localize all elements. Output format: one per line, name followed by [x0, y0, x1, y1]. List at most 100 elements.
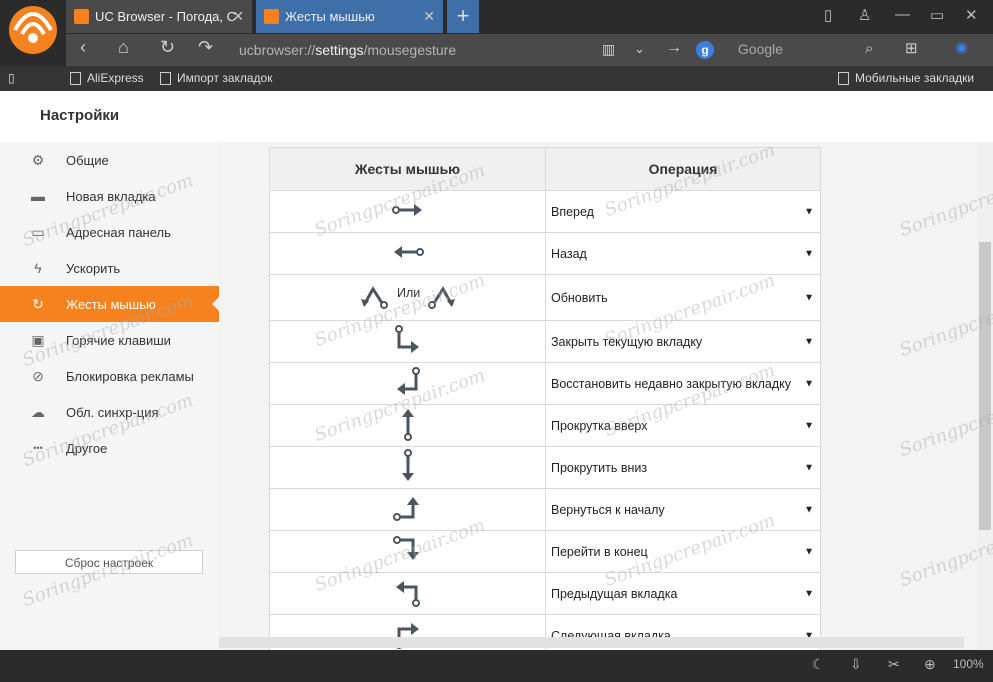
google-engine-icon[interactable]: g — [696, 41, 714, 59]
operation-value: Назад — [551, 246, 587, 261]
operation-select[interactable]: Восстановить недавно закрытую вкладку ▼ — [545, 362, 821, 405]
new-tab-icon: ▬ — [31, 188, 45, 204]
reload-icon[interactable]: ↻ — [160, 37, 175, 58]
gesture-cell — [269, 362, 546, 405]
refresh-gesture-a-icon — [360, 283, 388, 312]
reset-settings-button[interactable]: Сброс настроек — [15, 550, 203, 574]
address-bar-icon: ▭ — [31, 223, 45, 240]
dropdown-arrow-icon[interactable]: ▼ — [804, 546, 814, 557]
sidebar-item-mouse-gesture[interactable]: ↻ Жесты мышью — [0, 286, 219, 322]
operation-select[interactable]: Предыдущая вкладка ▼ — [545, 572, 821, 615]
search-icon[interactable]: ⌕ — [865, 40, 873, 57]
apps-grid-icon[interactable]: ⊞ — [905, 39, 918, 57]
operation-select[interactable]: Вперед ▼ — [545, 190, 821, 233]
screenshot-icon[interactable]: ✂ — [888, 656, 900, 673]
table-row: Вперед ▼ — [269, 190, 821, 233]
bookmark-aliexpress[interactable]: AliExpress — [70, 71, 144, 85]
sidebar-item-label: Ускорить — [66, 260, 121, 276]
zoom-in-icon[interactable]: ⊕ — [924, 656, 936, 673]
refresh-gesture-b-icon — [428, 283, 456, 312]
lightning-icon: ϟ — [34, 260, 42, 276]
operation-value: Вперед — [551, 204, 594, 219]
dropdown-arrow-icon[interactable]: ▼ — [804, 248, 814, 259]
search-box[interactable]: g Google — [696, 37, 889, 61]
operation-select[interactable]: Обновить ▼ — [545, 274, 821, 321]
bookmark-label: Импорт закладок — [177, 71, 273, 85]
close-tab-icon[interactable]: ✕ — [232, 8, 244, 25]
sidebar-item-label: Другое — [66, 440, 108, 456]
table-row: Или Обновить ▼ — [269, 274, 821, 321]
dropdown-arrow-icon[interactable]: ▼ — [804, 336, 814, 347]
settings-header — [0, 91, 993, 143]
table-row: Назад ▼ — [269, 232, 821, 275]
table-row: Закрыть текущую вкладку ▼ — [269, 320, 821, 363]
sidebar-item-more[interactable]: ••• Другое — [0, 430, 219, 466]
address-bar[interactable]: ucbrowser://settings/mousegesture — [239, 36, 682, 64]
dropdown-arrow-icon[interactable]: ▼ — [804, 378, 814, 389]
mobile-bookmarks-label: Мобильные закладки — [855, 71, 975, 85]
back-icon[interactable]: ‹ — [80, 37, 86, 58]
reader-mode-icon[interactable]: ▥ — [602, 41, 615, 58]
operation-select[interactable]: Назад ▼ — [545, 232, 821, 275]
operation-select[interactable]: Закрыть текущую вкладку ▼ — [545, 320, 821, 363]
gesture-cell — [269, 488, 546, 531]
table-row: Прокрутить вниз ▼ — [269, 446, 821, 489]
home-icon[interactable]: ⌂ — [118, 37, 129, 58]
sidebar-item-block[interactable]: ⊘ Блокировка рекламы — [0, 358, 219, 394]
bookmarks-book-icon[interactable]: ▯ — [8, 71, 15, 85]
maximize-button[interactable]: ▭ — [930, 6, 944, 24]
url-host: settings — [315, 42, 364, 58]
dropdown-arrow-icon[interactable]: ▼ — [804, 420, 814, 431]
extension-icon[interactable]: ◉ — [955, 38, 968, 56]
download-icon[interactable]: ⇩ — [850, 656, 862, 673]
close-tab-icon[interactable]: ✕ — [423, 8, 435, 25]
undo-close-icon[interactable]: ↷ — [198, 37, 213, 58]
search-placeholder: Google — [737, 41, 784, 57]
gesture-cell — [269, 404, 546, 447]
close-window-button[interactable]: ✕ — [965, 6, 978, 24]
dropdown-arrow-icon[interactable]: ▼ — [804, 206, 814, 217]
dropdown-icon[interactable]: ⌄ — [634, 41, 645, 57]
sidebar-item-new-tab[interactable]: ▬ Новая вкладка — [0, 178, 219, 214]
gesture-cell — [269, 572, 546, 615]
sidebar-item-label: Блокировка рекламы — [66, 368, 194, 384]
sidebar-item-label: Жесты мышью — [66, 296, 156, 312]
operation-select[interactable]: Перейти в конец ▼ — [545, 530, 821, 573]
gesture-cell — [269, 320, 546, 363]
sidebar-item-lightning[interactable]: ϟ Ускорить — [0, 250, 219, 286]
go-icon[interactable]: → — [666, 39, 682, 57]
gesture-cell — [269, 190, 546, 233]
horizontal-scrollbar[interactable] — [219, 637, 964, 648]
new-tab-button[interactable]: + — [447, 0, 479, 33]
tab-uc-browser[interactable]: UC Browser - Погода, С ✕ — [66, 0, 252, 33]
sidebar-item-address-bar[interactable]: ▭ Адресная панель — [0, 214, 219, 250]
column-header-operation: Операция — [545, 147, 821, 191]
restore-tabs-icon[interactable]: ▯ — [824, 6, 832, 24]
operation-value: Обновить — [551, 290, 608, 305]
operation-select[interactable]: Прокрутить вниз ▼ — [545, 446, 821, 489]
operation-select[interactable]: Вернуться к началу ▼ — [545, 488, 821, 531]
operation-value: Восстановить недавно закрытую вкладку — [551, 376, 792, 391]
cloud-icon: ☁ — [31, 403, 45, 420]
operation-value: Прокрутить вниз — [551, 460, 648, 475]
operation-select[interactable]: Прокрутка вверх ▼ — [545, 404, 821, 447]
sidebar-item-hotkeys[interactable]: ▣ Горячие клавиши — [0, 322, 219, 358]
minimize-button[interactable]: — — [895, 6, 910, 23]
dropdown-arrow-icon[interactable]: ▼ — [804, 462, 814, 473]
zoom-level[interactable]: 100% — [953, 657, 984, 671]
dropdown-arrow-icon[interactable]: ▼ — [804, 292, 814, 303]
night-mode-icon[interactable]: ☾ — [812, 656, 825, 673]
mobile-icon — [838, 71, 849, 85]
mobile-bookmarks[interactable]: Мобильные закладки — [838, 71, 974, 85]
dropdown-arrow-icon[interactable]: ▼ — [804, 588, 814, 599]
tab-title: Жесты мышью — [285, 9, 375, 24]
tab-mouse-gestures[interactable]: Жесты мышью ✕ — [256, 0, 443, 33]
vertical-scroll-thumb[interactable] — [979, 242, 991, 530]
sidebar-item-gear[interactable]: ⚙ Общие — [0, 142, 219, 178]
sidebar-item-cloud[interactable]: ☁ Обл. синхр-ция — [0, 394, 219, 430]
bookmark-import[interactable]: Импорт закладок — [160, 71, 272, 85]
table-row: Восстановить недавно закрытую вкладку ▼ — [269, 362, 821, 405]
skin-icon[interactable]: ♙ — [858, 6, 871, 24]
dropdown-arrow-icon[interactable]: ▼ — [804, 504, 814, 515]
url-path: /mousegesture — [363, 42, 457, 58]
